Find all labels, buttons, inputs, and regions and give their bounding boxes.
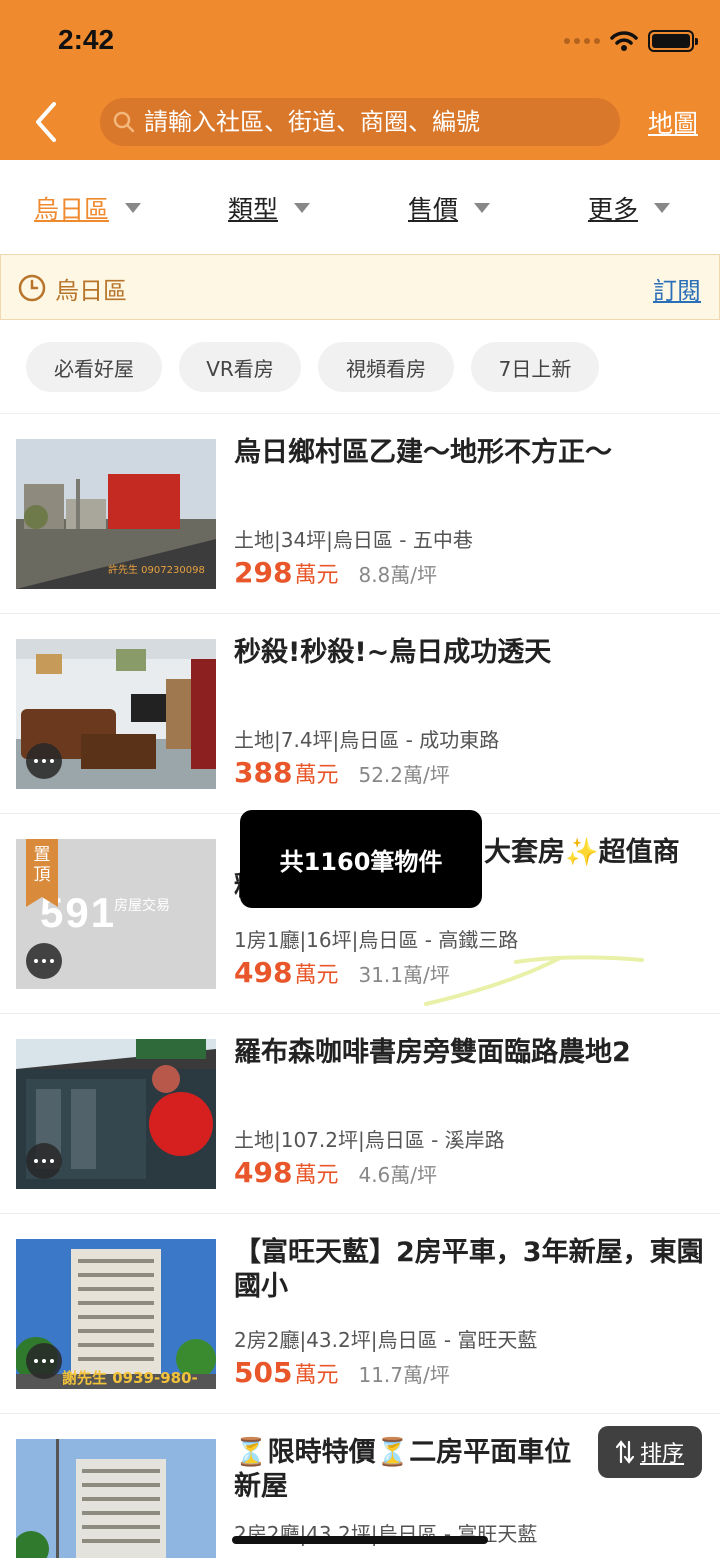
price-unit: 萬元 — [294, 563, 339, 588]
price-row: 298 萬元 8.8萬/坪 — [234, 556, 437, 589]
quick-filter-chips: 必看好屋 VR看房 視頻看房 7日上新 — [0, 320, 720, 414]
sort-button[interactable]: 排序 — [598, 1426, 702, 1478]
listing-photo: 謝先生 0939-980-668 — [16, 1239, 216, 1389]
listing-item[interactable]: 羅布森咖啡書房旁雙面臨路農地2 土地|107.2坪|烏日區 - 溪岸路 498 … — [0, 1014, 720, 1214]
scribble-mark — [424, 955, 644, 1006]
filter-more[interactable]: 更多 — [588, 190, 671, 226]
chip-new-7days[interactable]: 7日上新 — [471, 342, 599, 392]
photo-watermark: 謝先生 0939-980-668 — [62, 1369, 198, 1389]
listing-photo — [16, 639, 216, 789]
photo-watermark: 許先生 0907230098 — [108, 565, 205, 576]
listing-price: 498 — [234, 1156, 293, 1189]
battery-icon — [648, 30, 698, 52]
listing-title: 【富旺天藍】2房平車，3年新屋，東園國小 — [234, 1237, 704, 1302]
listing-photo — [16, 1039, 216, 1189]
caret-down-icon — [474, 203, 491, 213]
map-link[interactable]: 地圖 — [648, 104, 698, 140]
result-count-toast: 共1160筆物件 — [240, 810, 482, 908]
listing-photo: 許先生 0907230098 — [16, 439, 216, 589]
listing-meta: 2房2廳|43.2坪|烏日區 - 富旺天藍 — [234, 1328, 538, 1352]
search-icon — [113, 111, 135, 133]
unit-price: 11.7萬/坪 — [358, 1363, 450, 1387]
chip-video[interactable]: 視頻看房 — [318, 342, 454, 392]
filter-more-label: 更多 — [588, 195, 639, 224]
caret-down-icon — [654, 203, 671, 213]
search-box[interactable] — [100, 98, 620, 146]
unit-price: 8.8萬/坪 — [358, 563, 438, 587]
filter-area[interactable]: 烏日區 — [34, 190, 142, 226]
listing-price: 298 — [234, 556, 293, 589]
sort-label: 排序 — [639, 1442, 684, 1467]
listing-price: 388 — [234, 756, 293, 789]
unit-price: 4.6萬/坪 — [358, 1163, 438, 1187]
sort-arrows-icon — [615, 1440, 634, 1464]
search-input[interactable] — [144, 108, 604, 136]
listing-photo — [16, 1439, 216, 1558]
filter-area-label: 烏日區 — [34, 195, 110, 224]
price-unit: 萬元 — [294, 963, 339, 988]
home-indicator — [232, 1536, 488, 1544]
listing-title: 秒殺!秒殺!~烏日成功透天 — [234, 637, 552, 668]
filter-price[interactable]: 售價 — [408, 190, 491, 226]
signal-icon — [564, 38, 600, 44]
status-icons — [564, 30, 698, 52]
caret-down-icon — [294, 203, 311, 213]
pinned-tag: 置頂 — [26, 839, 58, 907]
listing-title: 羅布森咖啡書房旁雙面臨路農地2 — [234, 1037, 631, 1068]
listing-item[interactable]: 謝先生 0939-980-668 【富旺天藍】2房平車，3年新屋，東園國小 2房… — [0, 1214, 720, 1414]
filter-price-label: 售價 — [408, 195, 459, 224]
listing-meta: 土地|7.4坪|烏日區 - 成功東路 — [234, 728, 500, 752]
banner-area-name: 烏日區 — [55, 277, 127, 305]
listing-photo: 591 房屋交易 置頂 — [16, 839, 216, 989]
listing-title: 烏日鄉村區乙建～地形不方正～ — [234, 437, 612, 468]
price-unit: 萬元 — [294, 1363, 339, 1388]
price-unit: 萬元 — [294, 1163, 339, 1188]
listing-price: 505 — [234, 1356, 293, 1389]
filter-bar: 烏日區 類型 售價 更多 — [0, 160, 720, 254]
listing-item[interactable]: 許先生 0907230098 烏日鄉村區乙建～地形不方正～ 土地|34坪|烏日區… — [0, 414, 720, 614]
listing-title: 大套房✨超值商 — [484, 837, 680, 868]
price-unit: 萬元 — [294, 763, 339, 788]
chat-bubble-icon[interactable] — [26, 1343, 62, 1379]
app-header: 2:42 地圖 — [0, 0, 720, 160]
unit-price: 52.2萬/坪 — [358, 763, 450, 787]
area-banner: 烏日區 訂閱 — [0, 254, 720, 320]
wifi-icon — [610, 31, 638, 51]
clock-icon — [18, 274, 46, 302]
back-button[interactable] — [28, 98, 68, 146]
filter-type-label: 類型 — [228, 195, 279, 224]
caret-down-icon — [125, 203, 142, 213]
price-row: 388 萬元 52.2萬/坪 — [234, 756, 450, 789]
chat-bubble-icon[interactable] — [26, 943, 62, 979]
listing-meta: 土地|107.2坪|烏日區 - 溪岸路 — [234, 1128, 505, 1152]
status-time: 2:42 — [58, 24, 115, 55]
chip-must-see[interactable]: 必看好屋 — [26, 342, 162, 392]
listing-price: 498 — [234, 956, 293, 989]
chat-bubble-icon[interactable] — [26, 1143, 62, 1179]
logo-subtext: 房屋交易 — [114, 898, 170, 914]
filter-type[interactable]: 類型 — [228, 190, 311, 226]
subscribe-link[interactable]: 訂閱 — [653, 271, 701, 306]
price-row: 505 萬元 11.7萬/坪 — [234, 1356, 450, 1389]
price-row: 498 萬元 31.1萬/坪 — [234, 956, 450, 989]
chevron-left-icon — [36, 102, 56, 142]
listing-meta: 土地|34坪|烏日區 - 五中巷 — [234, 528, 473, 552]
price-row: 498 萬元 4.6萬/坪 — [234, 1156, 437, 1189]
listing-item[interactable]: 秒殺!秒殺!~烏日成功透天 土地|7.4坪|烏日區 - 成功東路 388 萬元 … — [0, 614, 720, 814]
chip-vr[interactable]: VR看房 — [179, 342, 301, 392]
chat-bubble-icon[interactable] — [26, 743, 62, 779]
